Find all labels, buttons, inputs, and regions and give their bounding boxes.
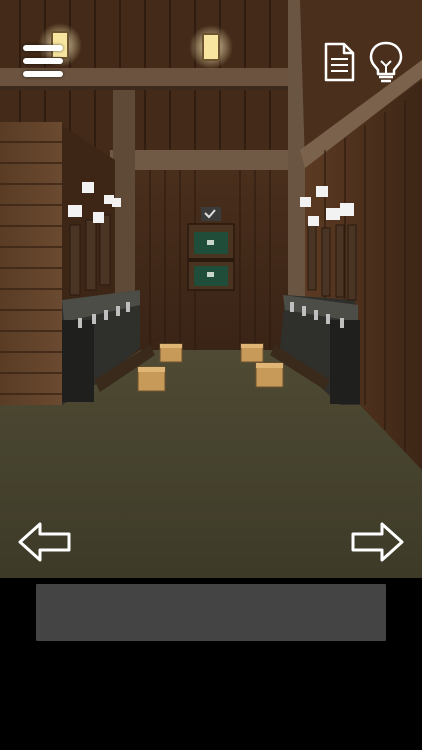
- turn-right-button[interactable]: [348, 520, 406, 564]
- scene-artwork: [0, 0, 422, 578]
- arrow-left-icon: [18, 522, 71, 562]
- document-icon: [324, 42, 355, 82]
- menu-button[interactable]: [20, 42, 66, 82]
- bottom-panel: [0, 578, 422, 750]
- message-box[interactable]: [36, 584, 386, 641]
- turn-left-button[interactable]: [16, 520, 74, 564]
- hint-button[interactable]: [366, 40, 406, 84]
- arrow-right-icon: [351, 522, 404, 562]
- lightbulb-icon: [369, 41, 403, 83]
- memo-button[interactable]: [322, 42, 356, 82]
- game-scene[interactable]: [0, 0, 422, 578]
